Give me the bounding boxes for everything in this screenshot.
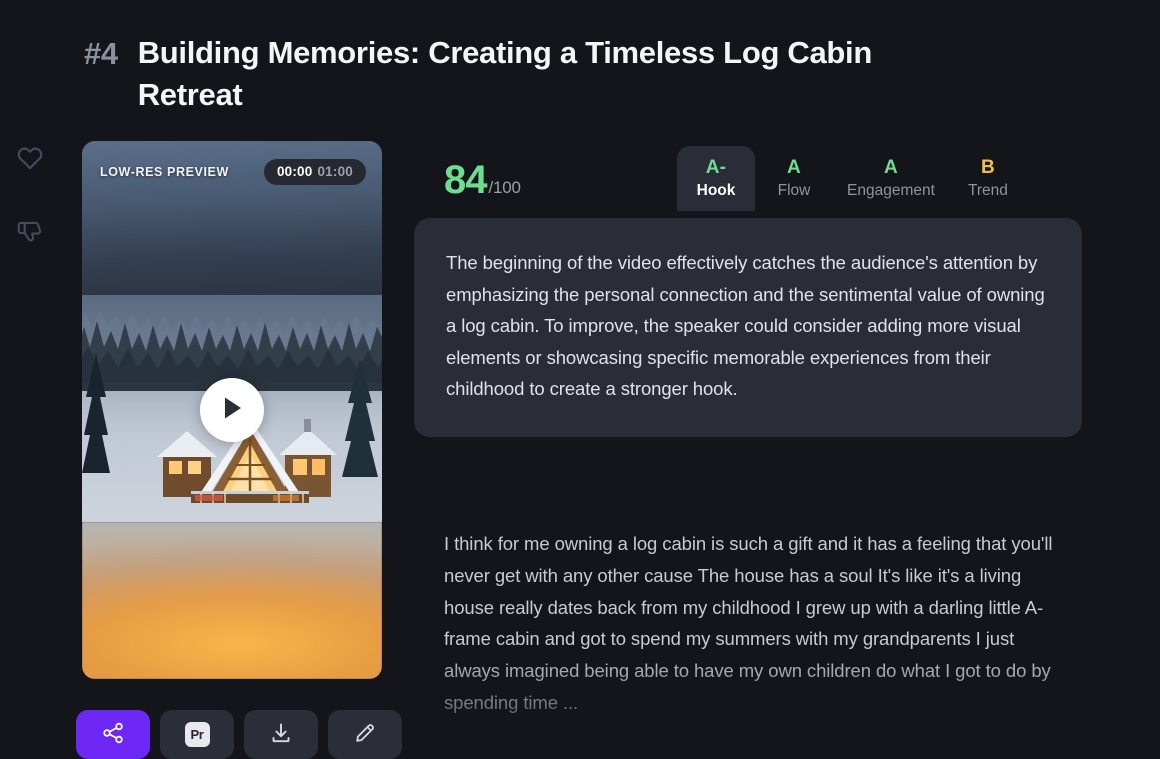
reaction-rail	[0, 140, 60, 250]
dislike-button[interactable]	[13, 216, 47, 250]
tab-hook-label: Hook	[696, 182, 736, 199]
current-time: 00:00	[276, 164, 313, 179]
tab-hook[interactable]: A- Hook	[677, 146, 755, 211]
share-icon	[101, 721, 125, 748]
tab-hook-grade: A-	[705, 157, 727, 178]
download-icon	[269, 721, 293, 748]
premiere-pro-icon: Pr	[184, 722, 210, 747]
tab-flow-label: Flow	[777, 182, 811, 199]
low-res-preview-label: LOW-RES PREVIEW	[100, 165, 229, 179]
review-screen: #4 Building Memories: Creating a Timeles…	[0, 0, 1160, 759]
transcript-section[interactable]: I think for me owning a log cabin is suc…	[444, 528, 1056, 759]
overall-score: 84 /100	[444, 160, 521, 200]
action-button-bar: Pr	[76, 710, 402, 759]
preview-overlay-bar: LOW-RES PREVIEW 00:00 01:00	[82, 141, 382, 185]
play-button[interactable]	[200, 378, 264, 442]
preview-left-tree	[82, 353, 110, 473]
tab-trend[interactable]: B Trend	[949, 146, 1027, 211]
feedback-text: The beginning of the video effectively c…	[446, 252, 1045, 400]
metric-tabs: A- Hook A Flow A Engagement B Trend	[677, 146, 1027, 211]
edit-button[interactable]	[328, 710, 402, 759]
pencil-icon	[353, 721, 377, 748]
premiere-pro-button[interactable]: Pr	[160, 710, 234, 759]
score-max: /100	[488, 178, 521, 197]
download-button[interactable]	[244, 710, 318, 759]
thumbs-down-icon	[16, 219, 44, 247]
tab-engagement[interactable]: A Engagement	[833, 146, 949, 211]
like-button[interactable]	[13, 140, 47, 174]
video-preview[interactable]: LOW-RES PREVIEW 00:00 01:00	[82, 141, 382, 679]
rank-number: #4	[84, 36, 118, 71]
page-header: #4 Building Memories: Creating a Timeles…	[84, 32, 1004, 116]
total-time: 01:00	[317, 164, 353, 179]
tab-trend-grade: B	[980, 157, 995, 178]
preview-warm-band	[82, 522, 382, 679]
tab-flow-grade: A	[787, 157, 801, 178]
play-icon	[220, 395, 244, 426]
tab-engagement-label: Engagement	[847, 182, 935, 199]
timecode-badge: 00:00 01:00	[263, 159, 366, 185]
feedback-panel: The beginning of the video effectively c…	[414, 218, 1082, 437]
tab-trend-label: Trend	[967, 182, 1008, 199]
page-title: Building Memories: Creating a Timeless L…	[137, 35, 873, 112]
premiere-pro-label: Pr	[190, 727, 204, 742]
tab-engagement-grade: A	[883, 157, 898, 178]
heart-icon	[16, 145, 44, 170]
transcript-text: I think for me owning a log cabin is suc…	[444, 533, 1053, 713]
tab-flow[interactable]: A Flow	[755, 146, 833, 211]
share-button[interactable]	[76, 710, 150, 759]
score-value: 84	[444, 158, 487, 202]
